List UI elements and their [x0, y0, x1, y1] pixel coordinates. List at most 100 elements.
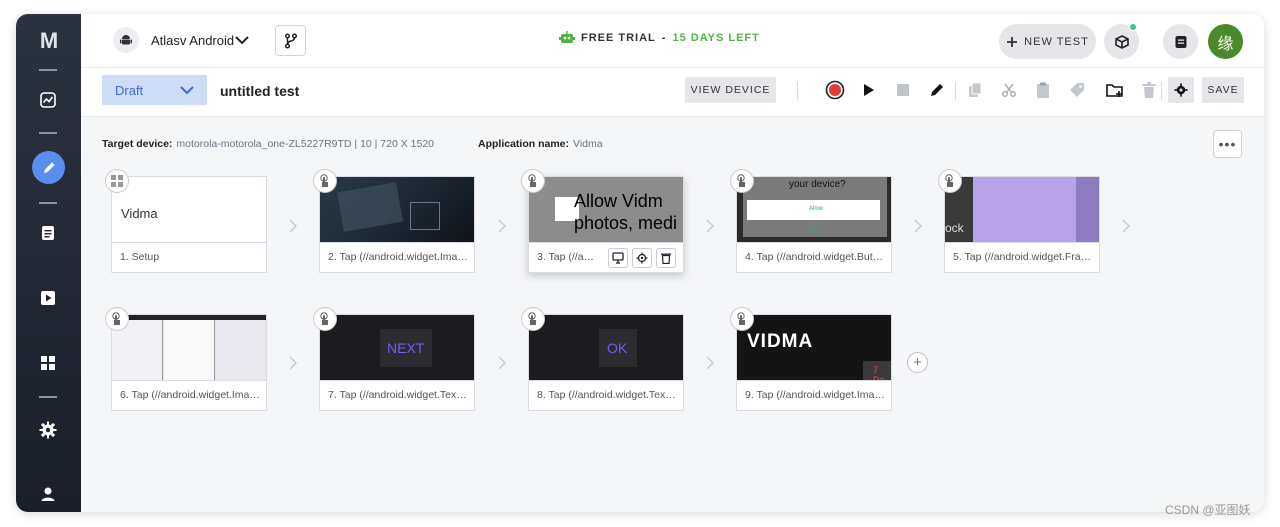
- step-card[interactable]: Vidma 1. Setup: [111, 176, 267, 273]
- status-dropdown-value: Draft: [115, 82, 144, 98]
- toolbar-divider: [1161, 82, 1162, 100]
- app-selector-label[interactable]: Atlasv Android: [151, 33, 234, 48]
- robot-icon: [559, 31, 575, 43]
- step-card[interactable]: 2. Tap (//android.widget.ImageView): [319, 176, 475, 273]
- editor-icon[interactable]: [32, 151, 65, 184]
- watermark: CSDN @亚图妖: [1165, 503, 1251, 517]
- step-card[interactable]: 6. Tap (//android.widget.ImageView): [111, 314, 267, 411]
- tag-icon[interactable]: [1067, 80, 1087, 100]
- record-icon[interactable]: [825, 80, 845, 100]
- step-actions: [608, 248, 676, 268]
- step-label: 9. Tap (//android.widget.ImageView): [745, 389, 885, 401]
- target-device-label: Target device:: [102, 138, 173, 150]
- document-icon[interactable]: [36, 221, 60, 245]
- step-settings-icon[interactable]: [632, 248, 652, 268]
- new-test-label: NEW TEST: [1024, 35, 1089, 48]
- notebook-icon: [1175, 35, 1186, 48]
- card-divider: [112, 380, 266, 381]
- integrations-button[interactable]: [1104, 23, 1139, 59]
- thumb-text: Deny: [809, 227, 824, 233]
- step-card[interactable]: VIDMA 7 Da 9. Tap (//android.widget.Imag…: [736, 314, 892, 411]
- chevron-down-icon: [180, 86, 194, 95]
- thumb-text: NEXT: [387, 340, 425, 356]
- arrow-right-icon: [289, 219, 298, 233]
- trial-separator: -: [661, 32, 667, 44]
- clipboard-icon[interactable]: [1033, 80, 1053, 100]
- test-title[interactable]: untitled test: [220, 83, 299, 99]
- add-folder-icon[interactable]: [1105, 80, 1125, 100]
- step-thumbnail: Allow Vidm photos, medi: [529, 177, 683, 242]
- plus-icon: [1007, 36, 1018, 47]
- trash-icon[interactable]: [1139, 80, 1159, 100]
- tap-gesture-icon: [313, 169, 337, 193]
- step-label: 3. Tap (//android.widget.Button): [537, 251, 597, 263]
- step-thumbnail: [112, 315, 266, 380]
- step-label: 7. Tap (//android.widget.TextView): [328, 389, 468, 401]
- device-view-icon[interactable]: [608, 248, 628, 268]
- chevron-down-icon[interactable]: [234, 32, 250, 48]
- step-card[interactable]: NEXT 7. Tap (//android.widget.TextView): [319, 314, 475, 411]
- editor-toolbar: Draft untitled test VIEW DEVICE SAVE: [81, 68, 1264, 117]
- scissors-icon[interactable]: [999, 80, 1019, 100]
- tap-gesture-icon: [730, 307, 754, 331]
- arrow-right-icon: [914, 219, 923, 233]
- trial-banner: FREE TRIAL - 15 DAYS LEFT: [559, 31, 760, 45]
- dashboard-icon[interactable]: [36, 351, 60, 375]
- app-frame: M Atlasv Android FREE TRIAL - 15 DAYS LE…: [16, 14, 1264, 512]
- user-icon[interactable]: [36, 482, 60, 506]
- sidebar-divider: [39, 202, 57, 204]
- step-label: 8. Tap (//android.widget.TextView): [537, 389, 677, 401]
- trial-days: 15 DAYS LEFT: [672, 32, 760, 44]
- thumb-text: VIDMA: [747, 331, 814, 352]
- copy-icon[interactable]: [965, 80, 985, 100]
- step-thumbnail: NEXT: [320, 315, 474, 380]
- arrow-right-icon: [1122, 219, 1131, 233]
- android-icon: [113, 27, 139, 53]
- settings-button[interactable]: [1168, 77, 1194, 103]
- play-icon[interactable]: [859, 80, 879, 100]
- target-device-value: motorola-motorola_one-ZL5227R9TD | 10 | …: [176, 138, 435, 150]
- sidebar-divider: [39, 132, 57, 134]
- sidebar: M: [16, 14, 81, 512]
- avatar[interactable]: 缘: [1208, 24, 1243, 59]
- setup-grid-icon: [105, 169, 129, 193]
- step-label: 1. Setup: [120, 251, 160, 263]
- docs-button[interactable]: [1163, 24, 1198, 59]
- branch-icon: [284, 32, 297, 49]
- view-device-button[interactable]: VIEW DEVICE: [685, 77, 776, 103]
- arrow-right-icon: [706, 219, 715, 233]
- toolbar-divider: [797, 82, 798, 100]
- tap-gesture-icon: [313, 307, 337, 331]
- status-dropdown[interactable]: Draft: [102, 75, 207, 105]
- pen-icon[interactable]: [927, 80, 947, 100]
- card-divider: [737, 380, 891, 381]
- step-thumbnail: [320, 177, 474, 242]
- step-label: 2. Tap (//android.widget.ImageView): [328, 251, 468, 263]
- delete-icon[interactable]: [656, 248, 676, 268]
- play-runs-icon[interactable]: [36, 286, 60, 310]
- more-options-button[interactable]: •••: [1213, 130, 1242, 158]
- tap-gesture-icon: [521, 169, 545, 193]
- analytics-icon[interactable]: [36, 88, 60, 112]
- card-divider: [737, 242, 891, 243]
- step-label: 5. Tap (//android.widget.FrameLayout): [953, 251, 1093, 263]
- toolbar-divider: [955, 82, 956, 100]
- tap-gesture-icon: [730, 169, 754, 193]
- application-value: Vidma: [573, 138, 603, 150]
- thumb-text: 7 Da: [873, 365, 885, 380]
- cube-icon: [1114, 34, 1129, 49]
- step-card[interactable]: OK 8. Tap (//android.widget.TextView): [528, 314, 684, 411]
- step-thumbnail: Vidma: [112, 177, 266, 242]
- logo-icon[interactable]: M: [37, 29, 61, 53]
- branch-button[interactable]: [275, 25, 306, 56]
- step-card[interactable]: your device? Allow Deny 4. Tap (//androi…: [736, 176, 892, 273]
- thumb-text: Allow: [809, 206, 824, 212]
- stop-icon[interactable]: [893, 80, 913, 100]
- settings-icon[interactable]: [36, 418, 60, 442]
- add-step-button[interactable]: +: [907, 352, 928, 373]
- card-divider: [320, 380, 474, 381]
- new-test-button[interactable]: NEW TEST: [999, 24, 1096, 59]
- step-card[interactable]: ock 5. Tap (//android.widget.FrameLayout…: [944, 176, 1100, 273]
- save-button[interactable]: SAVE: [1202, 77, 1244, 103]
- tap-gesture-icon: [105, 307, 129, 331]
